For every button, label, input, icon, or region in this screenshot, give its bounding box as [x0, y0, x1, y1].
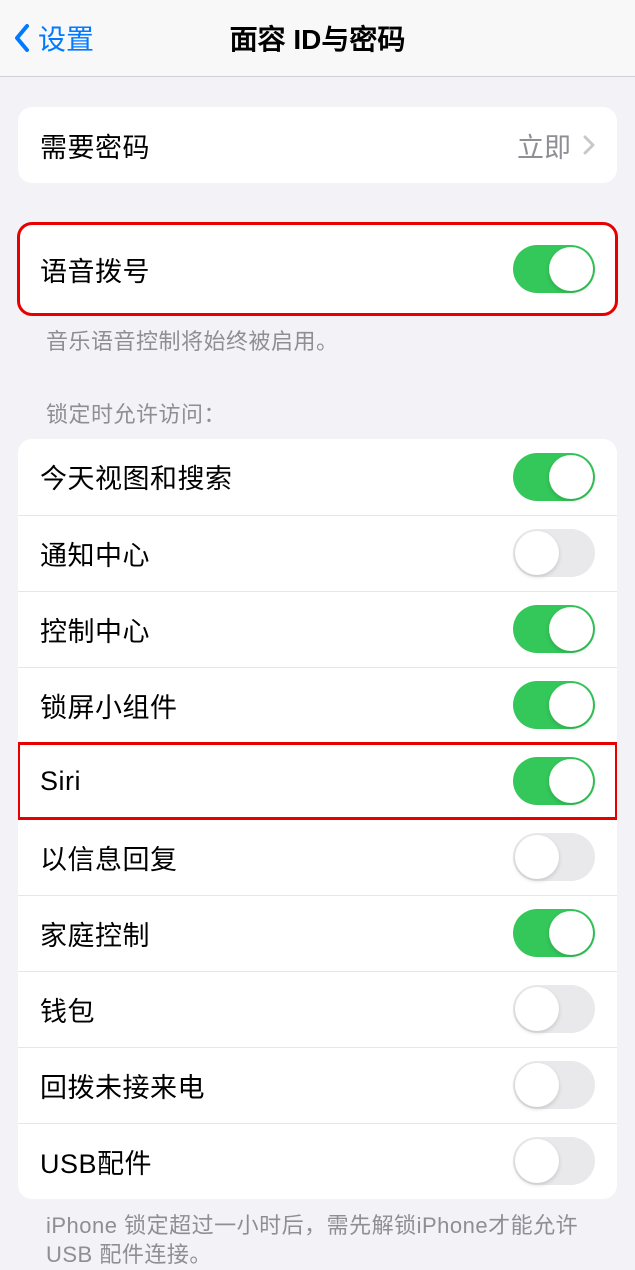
row-label: 今天视图和搜索 — [40, 457, 233, 496]
chevron-left-icon — [12, 23, 30, 53]
row-locked-access-item: 今天视图和搜索 — [18, 439, 617, 515]
toggle-locked-access-item[interactable] — [513, 605, 595, 653]
locked-access-header: 锁定时允许访问： — [18, 397, 617, 439]
back-button[interactable]: 设置 — [12, 18, 94, 58]
group-passcode-require: 需要密码 立即 — [18, 107, 617, 183]
row-locked-access-item: 通知中心 — [18, 515, 617, 591]
row-label: USB配件 — [40, 1142, 152, 1181]
row-locked-access-item: 锁屏小组件 — [18, 667, 617, 743]
row-label: 通知中心 — [40, 534, 150, 573]
row-locked-access-item: Siri — [18, 743, 617, 819]
row-locked-access-item: 回拨未接来电 — [18, 1047, 617, 1123]
row-passcode-require[interactable]: 需要密码 立即 — [18, 107, 617, 183]
row-locked-access-item: USB配件 — [18, 1123, 617, 1199]
row-locked-access-item: 控制中心 — [18, 591, 617, 667]
row-right: 立即 — [517, 126, 595, 165]
toggle-voice-dial[interactable] — [513, 245, 595, 293]
toggle-locked-access-item[interactable] — [513, 453, 595, 501]
row-locked-access-item: 以信息回复 — [18, 819, 617, 895]
row-label: 锁屏小组件 — [40, 686, 178, 725]
locked-access-footnote: iPhone 锁定超过一小时后，需先解锁iPhone才能允许USB 配件连接。 — [18, 1199, 617, 1270]
row-label: 需要密码 — [40, 126, 150, 165]
toggle-locked-access-item[interactable] — [513, 1061, 595, 1109]
row-label: 以信息回复 — [40, 838, 178, 877]
row-label: 回拨未接来电 — [40, 1066, 205, 1105]
row-locked-access-item: 钱包 — [18, 971, 617, 1047]
row-label: 控制中心 — [40, 610, 150, 649]
group-locked-access: 今天视图和搜索通知中心控制中心锁屏小组件 Siri 以信息回复家庭控制钱包回拨未接来… — [18, 439, 617, 1199]
toggle-locked-access-item[interactable] — [513, 681, 595, 729]
toggle-locked-access-item[interactable] — [513, 909, 595, 957]
row-label: 语音拨号 — [40, 250, 150, 289]
page-title: 面容 ID与密码 — [230, 18, 406, 58]
toggle-locked-access-item[interactable] — [513, 1137, 595, 1185]
row-voice-dial: 语音拨号 — [18, 223, 617, 315]
nav-header: 设置 面容 ID与密码 — [0, 0, 635, 77]
chevron-right-icon — [583, 135, 595, 155]
row-locked-access-item: 家庭控制 — [18, 895, 617, 971]
toggle-locked-access-item[interactable] — [513, 833, 595, 881]
row-label: Siri — [40, 766, 81, 797]
toggle-locked-access-item[interactable] — [513, 757, 595, 805]
back-label: 设置 — [38, 18, 94, 58]
toggle-locked-access-item[interactable] — [513, 529, 595, 577]
row-value: 立即 — [517, 126, 571, 165]
row-label: 钱包 — [40, 990, 95, 1029]
voice-dial-footnote: 音乐语音控制将始终被启用。 — [18, 315, 617, 357]
row-label: 家庭控制 — [40, 914, 150, 953]
group-voice-dial: 语音拨号 — [18, 223, 617, 315]
toggle-locked-access-item[interactable] — [513, 985, 595, 1033]
